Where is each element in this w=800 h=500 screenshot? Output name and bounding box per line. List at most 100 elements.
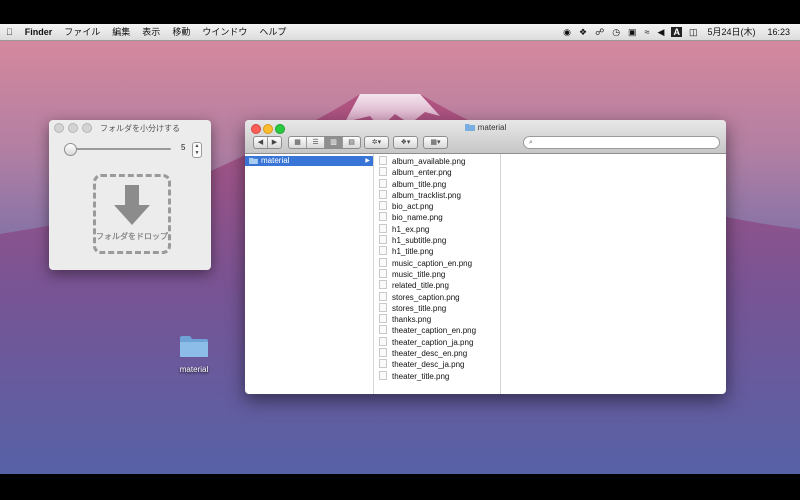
file-row[interactable]: stores_title.png — [374, 302, 500, 314]
list-view-button[interactable]: ☰ — [307, 137, 325, 148]
time-machine-icon[interactable]: ◷ — [608, 24, 624, 40]
window-title-text: material — [477, 123, 507, 132]
dropbox-icon: ❖▾ — [400, 139, 411, 146]
back-forward-control: ◀ ▶ — [253, 136, 282, 149]
file-name: bio_name.png — [392, 213, 443, 223]
png-file-icon — [379, 156, 387, 165]
count-stepper[interactable]: ▲ ▼ — [192, 142, 202, 158]
icon-view-button[interactable]: ▦ — [289, 137, 307, 148]
evernote-icon[interactable]: ☍ — [591, 24, 608, 40]
png-file-icon — [379, 348, 387, 358]
file-name: theater_desc_ja.png — [392, 360, 465, 370]
menu-edit[interactable]: 編集 — [106, 24, 136, 40]
file-row[interactable]: music_title.png — [374, 268, 500, 280]
png-file-icon — [379, 178, 387, 188]
file-row[interactable]: album_tracklist.png — [374, 189, 500, 201]
screen-bottom-border — [0, 474, 800, 500]
column-1: material ▶ — [245, 154, 374, 394]
file-row[interactable]: bio_act.png — [374, 201, 500, 212]
panel-zoom-button[interactable] — [82, 123, 92, 133]
file-row[interactable]: theater_desc_ja.png — [374, 359, 500, 370]
desktop-folder[interactable]: material — [176, 334, 212, 374]
folder-icon — [464, 124, 475, 131]
png-file-icon — [379, 189, 387, 199]
png-file-icon — [379, 223, 387, 233]
search-icon: ⌕ — [529, 139, 533, 146]
wifi-icon[interactable]: ≈ — [641, 24, 654, 40]
file-name: thanks.png — [392, 315, 432, 325]
view-mode-control: ▦ ☰ ▥ ▤ — [288, 136, 361, 149]
panel-title: フォルダを小分けする — [100, 123, 180, 133]
coverflow-view-button[interactable]: ▤ — [343, 137, 360, 148]
cat-icon[interactable]: ◉ — [559, 24, 575, 40]
grid-icon: ▦▾ — [430, 139, 441, 146]
menu-help[interactable]: ヘルプ — [253, 24, 292, 40]
column-2: album_available.png album_enter.png album_… — [374, 154, 501, 394]
file-row[interactable]: album_title.png — [374, 178, 500, 190]
folder-drop-zone[interactable]: フォルダをドロップ — [93, 174, 171, 254]
column-view-button[interactable]: ▥ — [325, 137, 343, 148]
folder-icon — [249, 157, 258, 164]
file-row[interactable]: stores_caption.png — [374, 291, 500, 303]
file-name: h1_ex.png — [392, 224, 430, 234]
file-row[interactable]: thanks.png — [374, 314, 500, 325]
menu-go[interactable]: 移動 — [166, 24, 196, 40]
display-icon[interactable]: ▣ — [624, 24, 641, 40]
file-row[interactable]: album_available.png — [374, 156, 500, 167]
dropbox-menu-button[interactable]: ❖▾ — [393, 136, 418, 149]
file-row[interactable]: music_caption_en.png — [374, 257, 500, 269]
back-button[interactable]: ◀ — [254, 137, 268, 148]
png-file-icon — [379, 336, 387, 346]
menu-bar:  Finder ファイル 編集 表示 移動 ウインドウ ヘルプ ◉ ❖ ☍ ◷… — [0, 24, 800, 41]
menu-date[interactable]: 5月24日(木) — [701, 24, 761, 40]
menu-time[interactable]: 16:23 — [761, 24, 800, 40]
file-name: theater_caption_ja.png — [392, 337, 474, 347]
action-menu-button[interactable]: ✲▾ — [364, 136, 389, 149]
count-slider-knob[interactable] — [63, 143, 77, 156]
file-name: music_title.png — [392, 269, 446, 279]
file-row[interactable]: bio_name.png — [374, 212, 500, 223]
battery-icon[interactable]: ◫ — [685, 24, 702, 40]
png-file-icon — [379, 314, 387, 324]
search-field[interactable]: ⌕ — [523, 136, 720, 149]
input-method-icon[interactable]: A — [671, 27, 682, 37]
png-file-icon — [379, 201, 387, 211]
file-row[interactable]: theater_title.png — [374, 370, 500, 382]
volume-icon[interactable]: ◀ — [654, 24, 669, 40]
file-row[interactable]: theater_caption_ja.png — [374, 336, 500, 348]
panel-minimize-button[interactable] — [68, 123, 78, 133]
file-row[interactable]: theater_caption_en.png — [374, 325, 500, 336]
file-row[interactable]: album_enter.png — [374, 167, 500, 178]
apple-menu-icon[interactable]:  — [0, 24, 19, 40]
forward-button[interactable]: ▶ — [268, 137, 281, 148]
file-row[interactable]: related_title.png — [374, 280, 500, 291]
count-slider[interactable] — [65, 148, 171, 150]
file-name: bio_act.png — [392, 202, 434, 212]
menu-file[interactable]: ファイル — [58, 24, 106, 40]
file-row[interactable]: h1_ex.png — [374, 223, 500, 235]
file-row[interactable]: theater_desc_en.png — [374, 348, 500, 359]
menu-window[interactable]: ウインドウ — [196, 24, 253, 40]
arrange-menu-button[interactable]: ▦▾ — [423, 136, 448, 149]
panel-close-button[interactable] — [54, 123, 64, 133]
png-file-icon — [379, 280, 387, 290]
folder-icon — [180, 336, 208, 357]
dropbox-icon[interactable]: ❖ — [575, 24, 591, 40]
png-file-icon — [379, 359, 387, 369]
png-file-icon — [379, 235, 387, 245]
file-name: album_tracklist.png — [392, 190, 461, 200]
png-file-icon — [379, 246, 387, 256]
file-name: theater_title.png — [392, 371, 450, 381]
png-file-icon — [379, 268, 387, 278]
file-list: album_available.png album_enter.png album_… — [374, 154, 500, 382]
file-name: music_caption_en.png — [392, 258, 473, 268]
menu-view[interactable]: 表示 — [136, 24, 166, 40]
file-name: stores_caption.png — [392, 292, 460, 302]
file-row[interactable]: h1_subtitle.png — [374, 235, 500, 246]
menu-app-finder[interactable]: Finder — [19, 24, 59, 40]
column-item-selected[interactable]: material ▶ — [245, 156, 373, 166]
file-row[interactable]: h1_title.png — [374, 246, 500, 257]
gear-icon: ✲▾ — [371, 139, 382, 146]
disclosure-arrow-icon: ▶ — [365, 158, 370, 164]
drop-zone-label: フォルダをドロップ — [96, 232, 168, 241]
